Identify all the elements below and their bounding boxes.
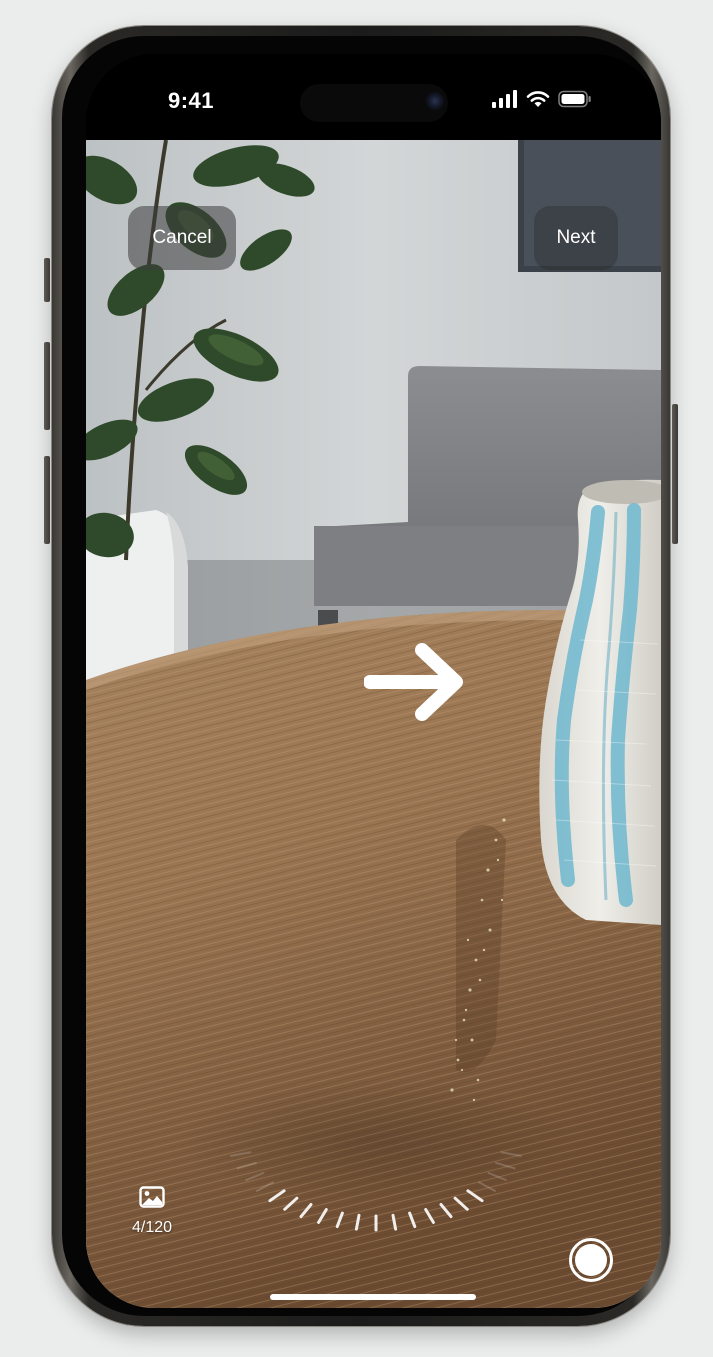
wifi-icon <box>526 90 550 113</box>
shutter-button[interactable] <box>569 1238 613 1282</box>
dial-tick <box>487 1172 507 1181</box>
camera-viewfinder[interactable]: Cancel Next 4/120 <box>86 140 661 1308</box>
dial-tick <box>495 1161 516 1170</box>
dial-tick-captured <box>453 1196 469 1211</box>
volume-up-button <box>44 342 50 430</box>
status-icons <box>492 90 592 113</box>
dial-tick-captured <box>466 1189 484 1203</box>
dial-tick-captured <box>299 1203 313 1219</box>
dial-tick-captured <box>408 1211 417 1229</box>
phone-screen: 9:41 Cancel Next 4/120 <box>86 54 661 1308</box>
dial-tick-captured <box>335 1211 344 1229</box>
arrow-right-icon <box>363 642 466 727</box>
photo-icon <box>139 1186 165 1213</box>
status-time: 9:41 <box>168 88 215 113</box>
dial-tick <box>245 1172 265 1181</box>
dial-tick-captured <box>439 1203 453 1219</box>
next-button[interactable]: Next <box>534 206 618 270</box>
dial-tick-captured <box>424 1208 435 1224</box>
battery-icon <box>558 90 592 113</box>
status-bar: 9:41 <box>86 54 661 140</box>
dial-tick <box>256 1181 274 1192</box>
home-indicator[interactable] <box>270 1294 476 1300</box>
dial-tick <box>478 1181 496 1192</box>
dial-tick <box>236 1161 257 1170</box>
action-button <box>44 258 50 302</box>
dial-tick-captured <box>317 1208 328 1224</box>
capture-progress-dial <box>230 1151 522 1232</box>
photo-counter[interactable]: 4/120 <box>116 1186 188 1237</box>
power-button <box>672 404 678 544</box>
dial-tick <box>500 1151 522 1157</box>
cancel-button[interactable]: Cancel <box>128 206 236 270</box>
front-camera <box>426 92 444 110</box>
iphone-device-frame: 9:41 Cancel Next 4/120 <box>44 26 678 1326</box>
volume-down-button <box>44 456 50 544</box>
phone-bezel: 9:41 Cancel Next 4/120 <box>62 36 661 1316</box>
dial-tick <box>230 1151 252 1157</box>
cellular-signal-icon <box>492 90 518 113</box>
shutter-icon <box>575 1244 607 1276</box>
dial-tick-captured <box>354 1213 361 1231</box>
dial-tick-captured <box>391 1213 398 1231</box>
dial-tick-captured <box>283 1196 299 1211</box>
photo-count-text: 4/120 <box>131 1219 173 1236</box>
dial-tick-captured <box>268 1189 286 1203</box>
